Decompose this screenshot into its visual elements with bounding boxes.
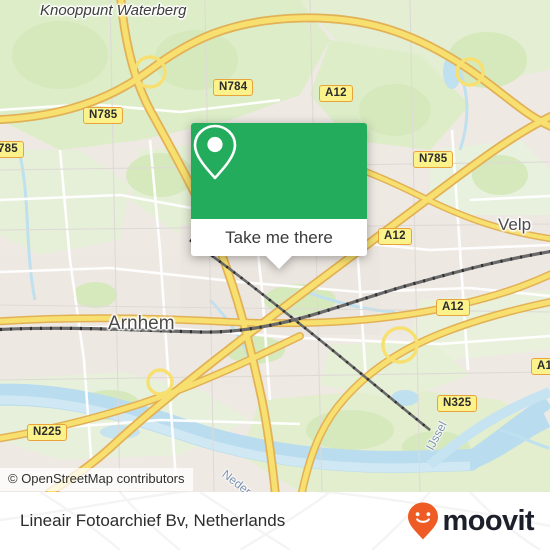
road-shield-n325: N325 (437, 395, 478, 412)
road-shield-n785-a: N785 (83, 107, 124, 124)
map-label-town-velp: Velp (498, 215, 532, 234)
moovit-smiley-pin-icon (407, 502, 438, 540)
footer-bar: Lineair Fotoarchief Bv, Netherlands moov… (0, 492, 550, 550)
map-label-junction-waterberg: Knooppunt Waterberg (40, 2, 187, 19)
road-shield-a12-mid: A12 (378, 228, 412, 245)
road-shield-a12-edge: A12 (531, 358, 550, 375)
place-title: Lineair Fotoarchief Bv, Netherlands (20, 511, 286, 530)
take-me-there-label: Take me there (225, 227, 333, 247)
road-shield-a12-right: A12 (436, 299, 470, 316)
road-shield-n785-b: N785 (413, 151, 454, 168)
map-label-city-arnhem: Arnhem (108, 313, 175, 334)
road-shield-n784: N784 (213, 79, 254, 96)
road-shield-n225: N225 (27, 424, 68, 441)
road-shield-n785-left: 785 (0, 141, 24, 158)
card-icon-area (191, 123, 367, 219)
take-me-there-card[interactable]: Take me there (191, 123, 367, 269)
moovit-logo[interactable]: moovit (406, 492, 535, 550)
road-shield-a12-top: A12 (319, 85, 353, 102)
take-me-there-button[interactable]: Take me there (191, 219, 367, 256)
moovit-map-screenshot: Knooppunt Waterberg Arnhem Velp Neder IJ… (0, 0, 550, 550)
card-pointer-tail (265, 255, 293, 269)
map-pin-icon (193, 124, 237, 180)
map-canvas[interactable]: Knooppunt Waterberg Arnhem Velp Neder IJ… (0, 0, 550, 492)
moovit-wordmark: moovit (442, 504, 535, 537)
osm-attribution[interactable]: © OpenStreetMap contributors (0, 468, 193, 491)
